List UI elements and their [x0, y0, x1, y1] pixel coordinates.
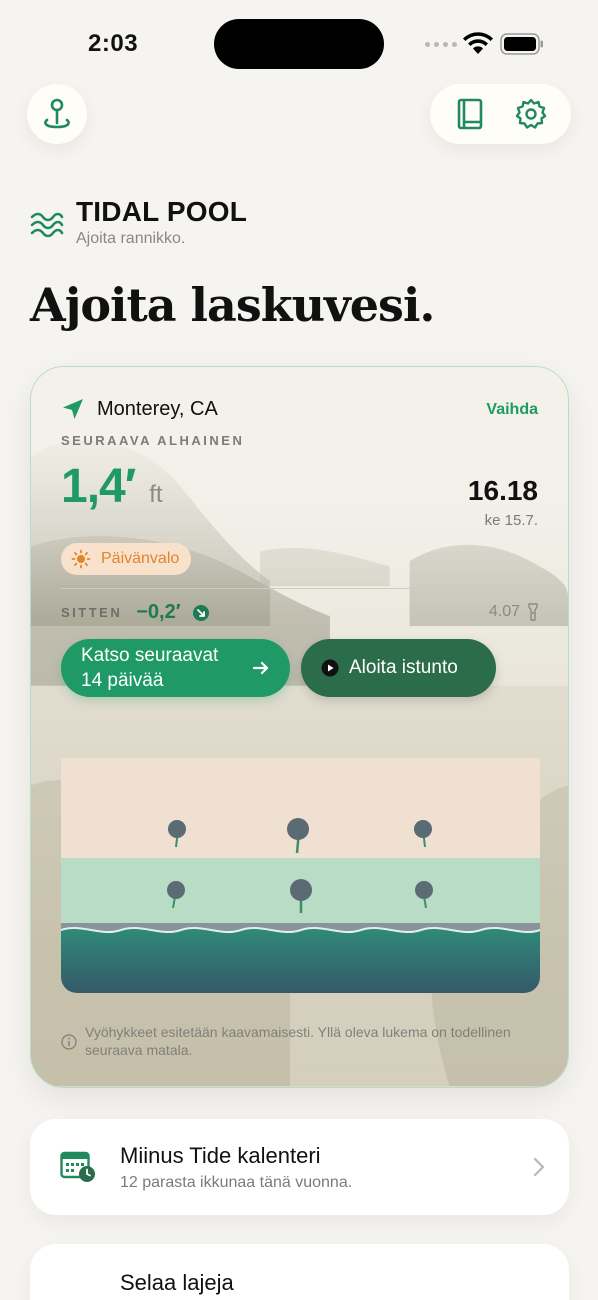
location-pin-button[interactable] [27, 84, 87, 144]
divider [61, 588, 538, 589]
upper-zone [61, 758, 540, 858]
map-pin-icon [44, 98, 70, 129]
daylight-badge: Päivänvalo [61, 543, 192, 575]
tide-height-unit: ft [149, 481, 163, 508]
water-zone [61, 927, 540, 993]
since-row: SITTEN −0,2′ [61, 601, 209, 624]
gear-icon [515, 98, 546, 129]
book-icon [457, 98, 483, 130]
since-time: 4.07 [489, 603, 538, 621]
start-session-button[interactable]: Aloita istunto [301, 639, 496, 697]
start-session-label: Aloita istunto [349, 657, 458, 678]
next-low-label: SEURAAVA ALHAINEN [61, 433, 245, 448]
brand-header: TIDAL POOL Ajoita rannikko. [30, 196, 247, 248]
sun-icon [71, 549, 91, 569]
settings-button[interactable] [513, 96, 549, 132]
wifi-icon [463, 32, 493, 54]
top-action-group [430, 84, 571, 144]
dynamic-island [214, 19, 384, 69]
tide-height: 1,4′ ft [61, 459, 163, 514]
brand-title: TIDAL POOL [76, 196, 248, 227]
waves-icon [30, 212, 64, 238]
chevron-right-icon [533, 1157, 545, 1177]
guide-book-button[interactable] [452, 96, 488, 132]
location-arrow-icon [63, 399, 83, 419]
tide-card: Monterey, CA Vaihda SEURAAVA ALHAINEN 1,… [30, 366, 569, 1088]
calendar-title: Miinus Tide kalenteri [120, 1143, 321, 1168]
play-icon [321, 659, 339, 677]
status-time: 2:03 [88, 30, 139, 57]
page-title: Ajoita laskuvesi. [30, 278, 435, 332]
minus-tide-calendar-row[interactable]: Miinus Tide kalenteri 12 parasta ikkunaa… [30, 1119, 569, 1215]
footnote-text: Vyöhykkeet esitetään kaavamaisesti. Yllä… [85, 1024, 511, 1058]
low-tide-date: ke 15.7. [484, 512, 538, 529]
battery-icon [500, 33, 543, 55]
brand-tagline: Ajoita rannikko. [76, 230, 186, 247]
browse-species-row[interactable]: Selaa lajeja [30, 1244, 569, 1300]
view-next-14-days-button[interactable]: Katso seuraavat 14 päivää [61, 639, 290, 697]
low-tide-time: 16.18 [467, 475, 538, 506]
location-row: Monterey, CA [61, 397, 218, 421]
signal-icon [425, 42, 457, 47]
since-time-value: 4.07 [488, 603, 520, 620]
status-bar: 2:03 [0, 0, 598, 90]
location-name: Monterey, CA [97, 397, 218, 420]
calendar-clock-icon [60, 1151, 95, 1182]
arrow-right-icon [252, 661, 269, 675]
flashlight-icon [528, 603, 538, 621]
falling-arrow-icon [192, 604, 209, 621]
since-label: SITTEN [61, 605, 123, 620]
calendar-subtitle: 12 parasta ikkunaa tänä vuonna. [120, 1174, 353, 1191]
tide-zone-diagram [61, 758, 540, 993]
daylight-label: Päivänvalo [101, 550, 180, 567]
info-icon [61, 1034, 77, 1050]
browse-title: Selaa lajeja [120, 1270, 234, 1295]
zone-footnote: Vyöhykkeet esitetään kaavamaisesti. Yllä… [61, 1023, 531, 1059]
change-location-link[interactable]: Vaihda [486, 401, 538, 419]
view-next-14-days-label: Katso seuraavat 14 päivää [81, 645, 219, 691]
tide-height-value: 1,4′ [61, 460, 136, 513]
since-value: −0,2′ [136, 601, 181, 623]
